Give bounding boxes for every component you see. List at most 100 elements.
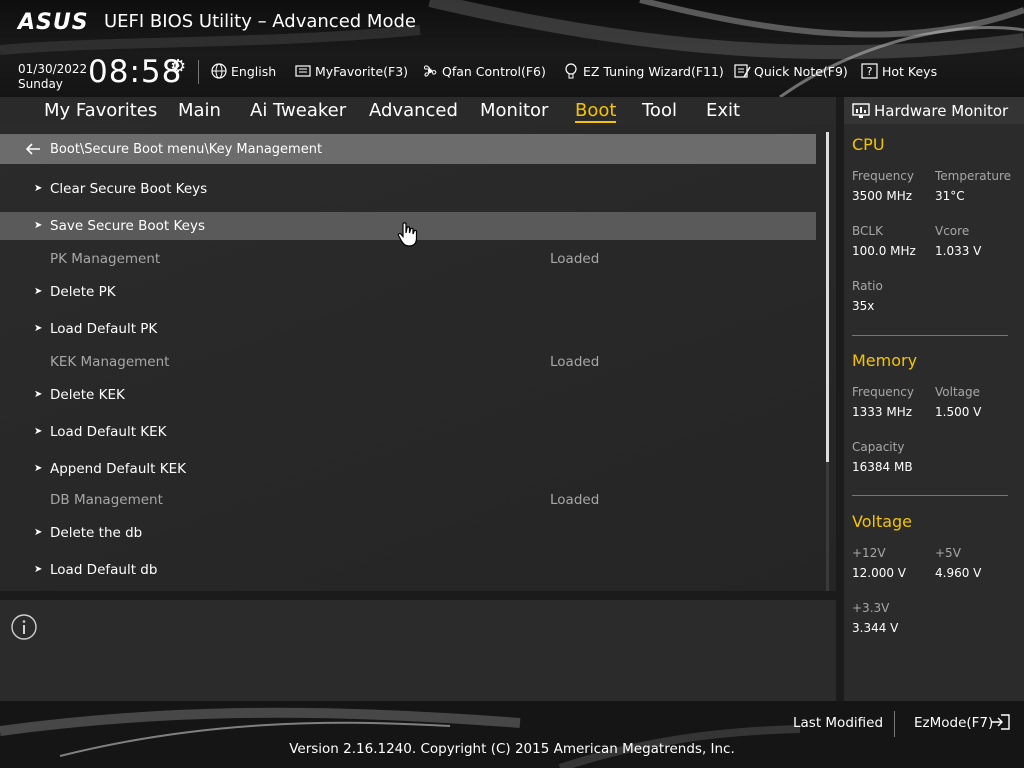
tab-ai-tweaker[interactable]: Ai Tweaker bbox=[250, 100, 346, 121]
ez-tuning-wizard-button[interactable]: EZ Tuning Wizard(F11) bbox=[562, 62, 724, 80]
memory-voltage-label: Voltage bbox=[935, 385, 981, 399]
submenu-arrow-icon: ➤ bbox=[34, 183, 43, 194]
cpu-temperature-label: Temperature bbox=[935, 169, 1012, 183]
favorite-icon bbox=[295, 65, 311, 77]
bclk-value: 100.0 MHz bbox=[852, 244, 916, 258]
last-modified-button[interactable]: Last Modified bbox=[793, 715, 883, 731]
kek-management-row: KEK Management Loaded bbox=[0, 348, 816, 376]
exit-to-ezmode-icon[interactable] bbox=[989, 713, 1011, 731]
app-title: UEFI BIOS Utility – Advanced Mode bbox=[104, 11, 416, 32]
hardware-monitor-title: Hardware Monitor bbox=[874, 101, 1009, 120]
memory-section-title: Memory bbox=[852, 351, 918, 370]
menu-item-delete-the-db[interactable]: ➤ Delete the db bbox=[0, 519, 816, 547]
setting-value: Loaded bbox=[550, 492, 600, 508]
menu-item-clear-secure-boot-keys[interactable]: ➤ Clear Secure Boot Keys bbox=[0, 175, 816, 203]
hardware-monitor-header: Hardware Monitor bbox=[844, 97, 1024, 124]
note-icon bbox=[734, 64, 751, 78]
monitor-icon bbox=[852, 102, 870, 118]
tab-boot[interactable]: Boot bbox=[575, 100, 617, 123]
quick-note-label: Quick Note(F9) bbox=[754, 63, 848, 79]
cpu-section-title: CPU bbox=[852, 135, 885, 154]
menu-item-delete-pk[interactable]: ➤ Delete PK bbox=[0, 278, 816, 306]
v5-label: +5V bbox=[935, 546, 961, 560]
hot-keys-button[interactable]: ? Hot Keys bbox=[861, 62, 937, 80]
memory-frequency-value: 1333 MHz bbox=[852, 405, 913, 419]
language-label: English bbox=[231, 63, 277, 79]
menu-item-load-default-pk[interactable]: ➤ Load Default PK bbox=[0, 315, 816, 343]
version-text: Version 2.16.1240. Copyright (C) 2015 Am… bbox=[289, 741, 735, 757]
hot-keys-label: Hot Keys bbox=[882, 63, 938, 79]
date-display: 01/30/2022 bbox=[18, 62, 88, 76]
submenu-arrow-icon: ➤ bbox=[34, 389, 43, 400]
myfavorite-label: MyFavorite(F3) bbox=[315, 63, 409, 79]
menu-item-label: Save Secure Boot Keys bbox=[50, 218, 206, 234]
v5-value: 4.960 V bbox=[935, 566, 982, 580]
voltage-section-title: Voltage bbox=[852, 512, 913, 531]
menu-item-label: Load Default KEK bbox=[50, 424, 167, 440]
setting-label: PK Management bbox=[50, 251, 161, 267]
cpu-temperature-value: 31°C bbox=[935, 189, 965, 203]
back-arrow-icon[interactable] bbox=[24, 142, 42, 156]
ratio-label: Ratio bbox=[852, 279, 883, 293]
footer: Last Modified EzMode(F7) Version 2.16.12… bbox=[0, 701, 1024, 768]
pk-management-row: PK Management Loaded bbox=[0, 245, 816, 273]
help-panel bbox=[0, 600, 836, 701]
setting-value: Loaded bbox=[550, 251, 600, 267]
submenu-arrow-icon: ➤ bbox=[34, 426, 43, 437]
menu-item-label: Load Default PK bbox=[50, 321, 158, 337]
qfan-control-button[interactable]: Qfan Control(F6) bbox=[421, 62, 546, 80]
tab-my-favorites[interactable]: My Favorites bbox=[44, 100, 157, 121]
menu-item-label: Delete the db bbox=[50, 525, 143, 541]
tab-advanced[interactable]: Advanced bbox=[369, 100, 458, 121]
day-display: Sunday bbox=[18, 77, 63, 91]
footer-swoosh bbox=[0, 707, 801, 768]
tab-tool[interactable]: Tool bbox=[642, 100, 677, 121]
footer-divider bbox=[894, 711, 895, 737]
vcore-value: 1.033 V bbox=[935, 244, 982, 258]
help-icon: ? bbox=[861, 63, 878, 79]
scrollbar-thumb[interactable] bbox=[826, 132, 829, 462]
info-icon bbox=[11, 614, 37, 640]
globe-icon bbox=[211, 63, 227, 79]
ratio-value: 35x bbox=[852, 299, 875, 313]
vcore-label: Vcore bbox=[935, 224, 970, 238]
tab-monitor[interactable]: Monitor bbox=[480, 100, 548, 121]
quick-note-button[interactable]: Quick Note(F9) bbox=[733, 62, 848, 80]
v12-value: 12.000 V bbox=[852, 566, 907, 580]
submenu-arrow-icon: ➤ bbox=[34, 323, 43, 334]
tab-main[interactable]: Main bbox=[178, 100, 221, 121]
header: ASUS UEFI BIOS Utility – Advanced Mode 0… bbox=[0, 0, 1024, 97]
asus-logo: ASUS bbox=[18, 10, 89, 35]
ez-tuning-label: EZ Tuning Wizard(F11) bbox=[583, 63, 724, 79]
breadcrumb[interactable]: Boot\Secure Boot menu\Key Management bbox=[0, 134, 816, 164]
ezmode-button[interactable]: EzMode(F7) bbox=[914, 715, 993, 731]
submenu-arrow-icon: ➤ bbox=[34, 286, 43, 297]
setting-label: KEK Management bbox=[50, 354, 170, 370]
menu-item-label: Delete PK bbox=[50, 284, 116, 300]
svg-text:?: ? bbox=[867, 65, 873, 78]
menu-item-load-default-kek[interactable]: ➤ Load Default KEK bbox=[0, 418, 816, 446]
gear-icon[interactable]: ⚙ bbox=[170, 56, 186, 77]
section-divider bbox=[852, 495, 1008, 496]
menu-item-label: Load Default db bbox=[50, 562, 158, 578]
myfavorite-button[interactable]: MyFavorite(F3) bbox=[294, 62, 408, 80]
menu-item-append-default-kek[interactable]: ➤ Append Default KEK bbox=[0, 455, 816, 483]
memory-frequency-label: Frequency bbox=[852, 385, 914, 399]
main-nav: My Favorites Main Ai Tweaker Advanced Mo… bbox=[0, 97, 836, 124]
header-divider bbox=[198, 60, 199, 84]
cpu-frequency-value: 3500 MHz bbox=[852, 189, 913, 203]
language-button[interactable]: English bbox=[210, 62, 276, 80]
hardware-monitor-panel: Hardware Monitor CPU Frequency Temperatu… bbox=[844, 97, 1024, 701]
tab-exit[interactable]: Exit bbox=[706, 100, 740, 121]
cpu-frequency-label: Frequency bbox=[852, 169, 914, 183]
submenu-arrow-icon: ➤ bbox=[34, 463, 43, 474]
v33-value: 3.344 V bbox=[852, 621, 899, 635]
section-divider bbox=[852, 335, 1008, 336]
bulb-icon bbox=[565, 63, 577, 79]
capacity-value: 16384 MB bbox=[852, 460, 913, 474]
menu-item-load-default-db[interactable]: ➤ Load Default db bbox=[0, 556, 816, 584]
bclk-label: BCLK bbox=[852, 224, 883, 238]
hand-cursor-icon bbox=[397, 222, 418, 247]
menu-item-delete-kek[interactable]: ➤ Delete KEK bbox=[0, 381, 816, 409]
capacity-label: Capacity bbox=[852, 440, 905, 454]
